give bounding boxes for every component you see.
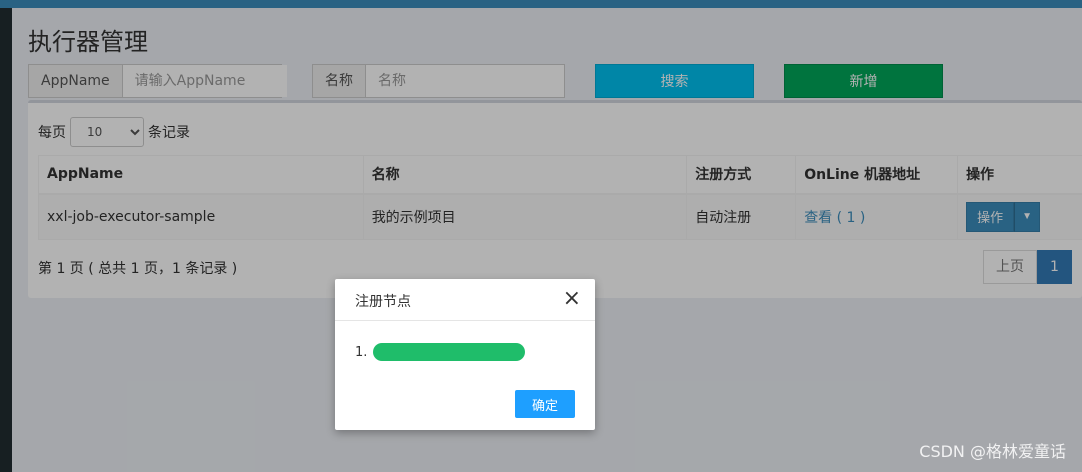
redacted-address [373,343,526,361]
watermark: CSDN @格林爱童话 [919,442,1066,461]
dialog-header: 注册节点 × [335,279,595,321]
close-icon[interactable]: × [563,287,581,311]
node-index: 1. [355,344,368,360]
dialog-title: 注册节点 [355,294,411,310]
dialog-body: 1. [355,343,526,361]
register-nodes-dialog: 注册节点 × 1. 确定 [335,279,595,430]
confirm-button[interactable]: 确定 [515,390,575,418]
